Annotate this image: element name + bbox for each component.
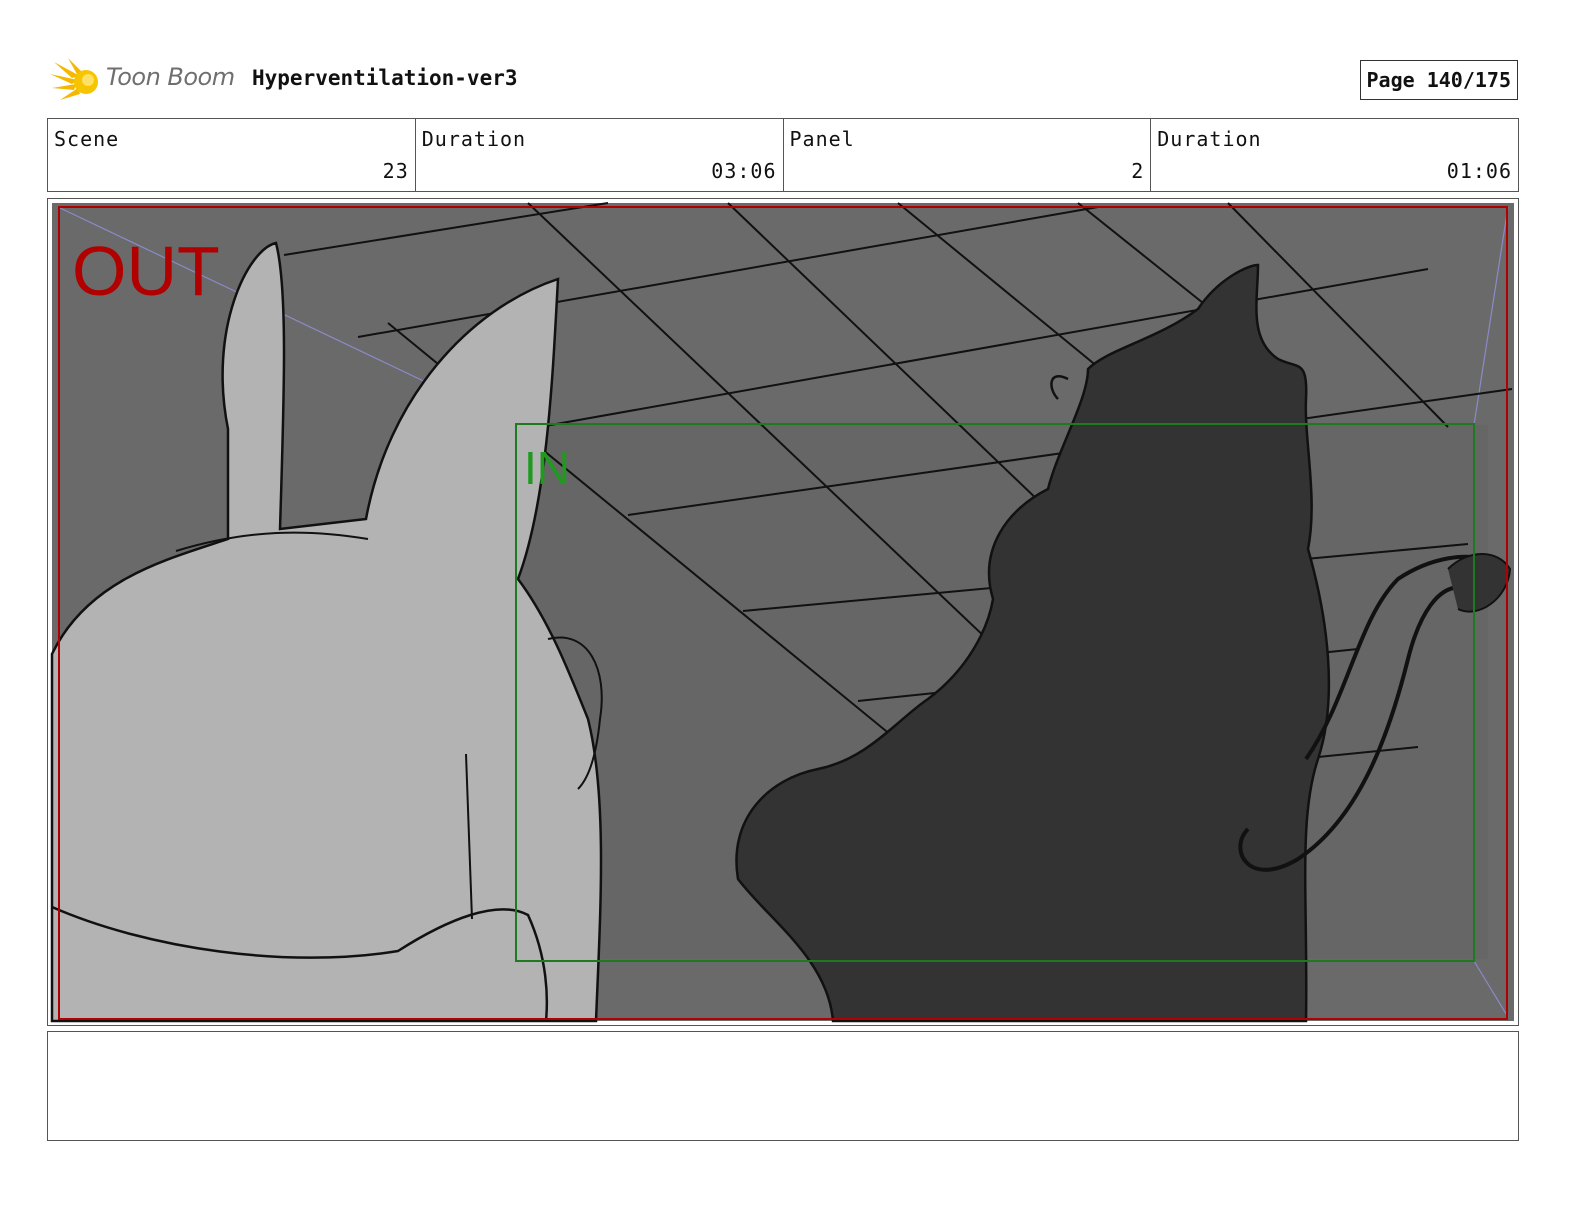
scene-label: Scene [54,127,120,151]
toon-boom-logo: Toon Boom [50,54,240,104]
panel-drawing: OUT IN [50,202,1514,1023]
panel-duration-value: 01:06 [1446,159,1512,183]
in-label: IN [524,442,570,494]
scene-duration-label: Duration [421,127,527,151]
panel-duration-label: Duration [1157,127,1262,151]
panel-label: Panel [789,127,855,151]
scene-cell: Scene 23 [48,119,416,191]
scene-value: 23 [382,159,409,183]
storyboard-panel: OUT IN [47,198,1519,1026]
project-title: Hyperventilation-ver3 [252,66,518,90]
starburst-icon [50,58,98,100]
scene-duration-cell: Duration 03:06 [416,119,784,191]
panel-info-row: Scene 23 Duration 03:06 Panel 2 Duration… [47,118,1519,192]
page-number: Page 140/175 [1359,60,1518,100]
scene-duration-value: 03:06 [711,159,777,183]
out-label: OUT [72,232,220,310]
panel-value: 2 [1131,159,1145,183]
panel-duration-cell: Duration 01:06 [1151,119,1518,191]
panel-cell: Panel 2 [784,119,1152,191]
brand-name: Toon Boom [106,63,235,91]
page-header: Toon Boom Hyperventilation-ver3 Page 140… [48,52,1520,108]
notes-box [47,1031,1519,1141]
